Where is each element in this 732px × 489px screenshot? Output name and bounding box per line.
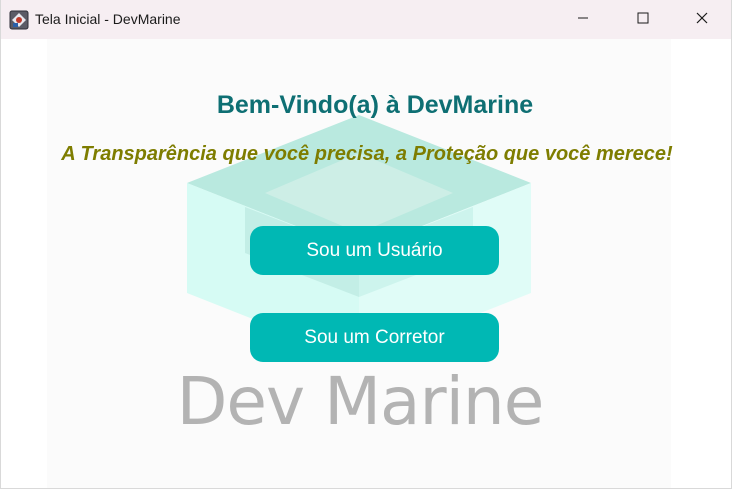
slogan-text: A Transparência que você precisa, a Prot… [61, 143, 673, 165]
minimize-button[interactable] [560, 0, 606, 39]
title-bar[interactable]: Tela Inicial - DevMarine [1, 0, 731, 39]
maximize-icon [637, 11, 649, 29]
main-content: Dev Marine Bem-Vindo(a) à DevMarine A Tr… [1, 39, 731, 488]
window-title: Tela Inicial - DevMarine [35, 11, 181, 27]
devmarine-logo-text: Dev Marine [176, 363, 545, 440]
close-icon [696, 11, 708, 29]
app-window: Tela Inicial - DevMarine Dev Marine Bem-… [0, 0, 732, 489]
maximize-button[interactable] [620, 0, 666, 39]
broker-button[interactable]: Sou um Corretor [250, 313, 499, 362]
welcome-heading: Bem-Vindo(a) à DevMarine [216, 91, 534, 119]
close-button[interactable] [679, 0, 725, 39]
java-app-icon [9, 10, 29, 30]
user-button[interactable]: Sou um Usuário [250, 226, 499, 275]
minimize-icon [577, 11, 589, 29]
